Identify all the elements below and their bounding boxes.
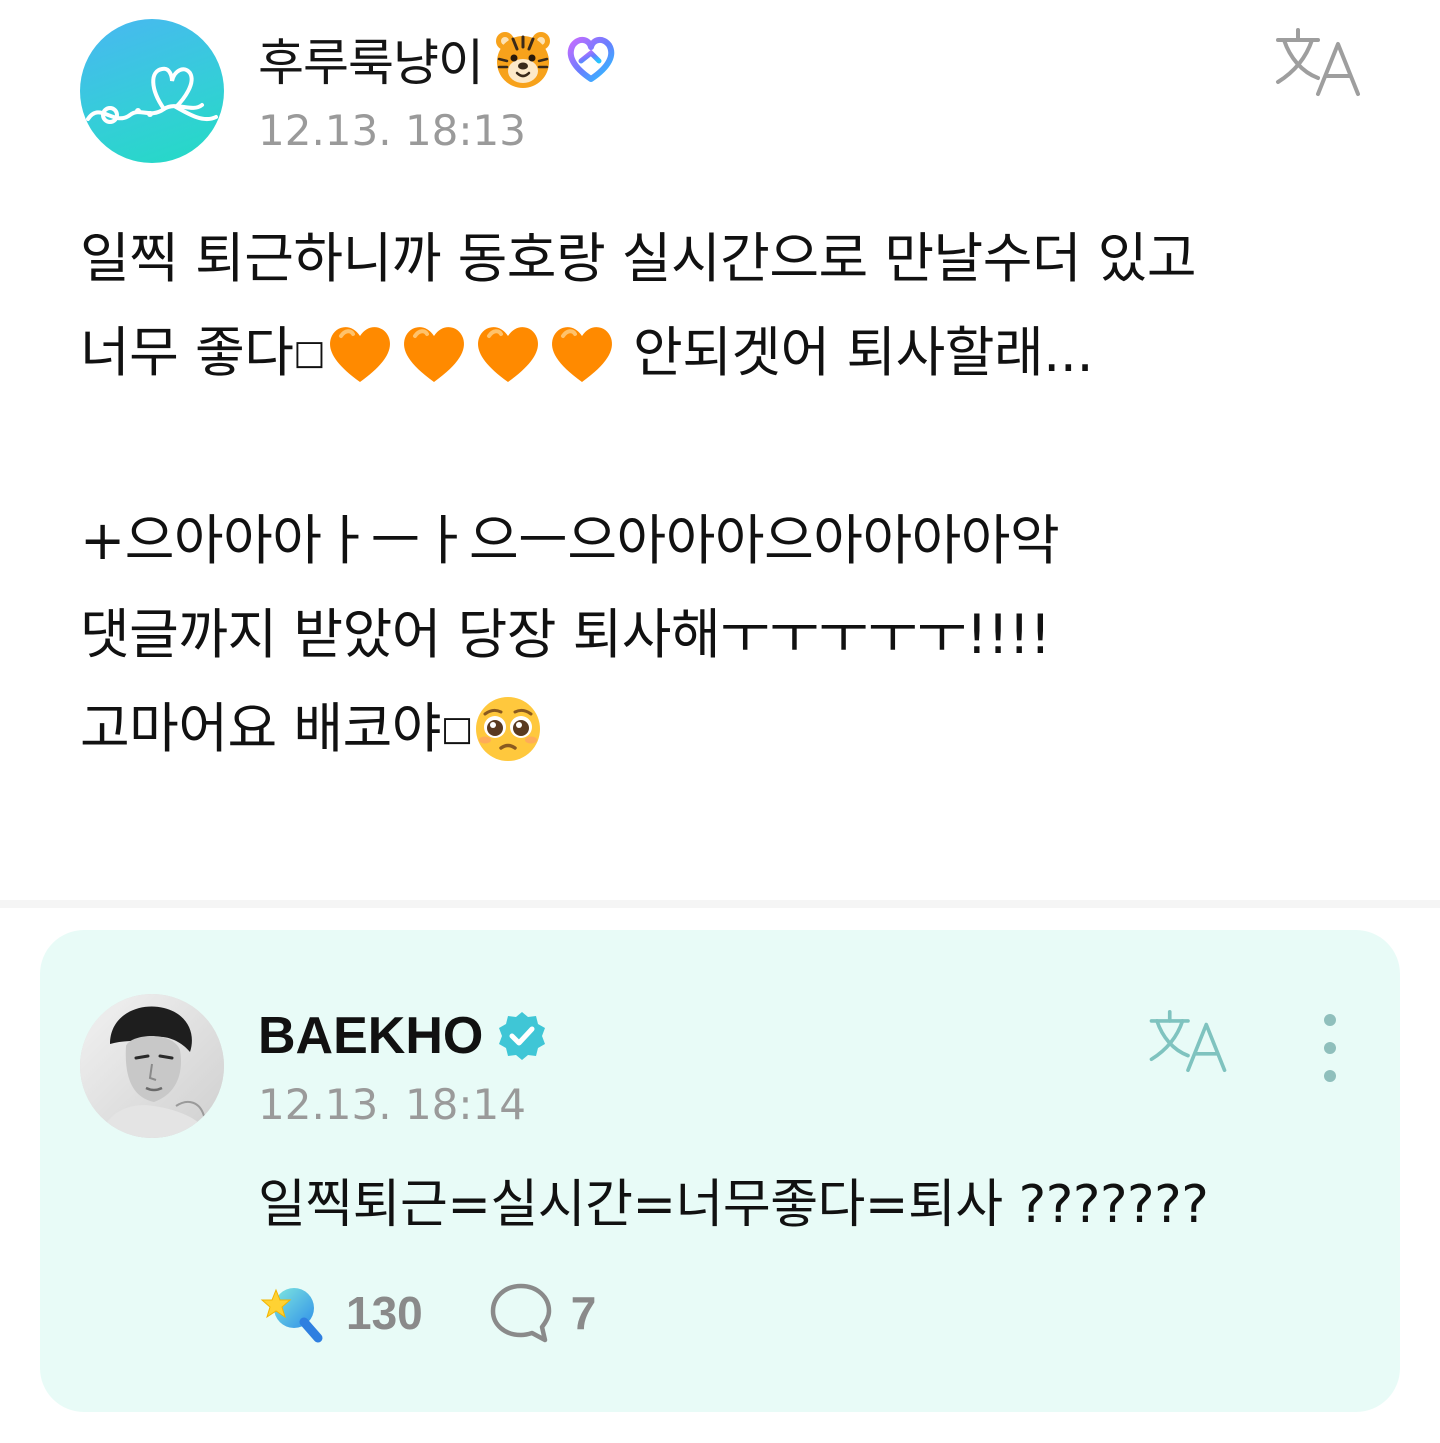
reply-timestamp: 12.13. 18:14: [258, 1080, 526, 1129]
section-divider: [0, 900, 1440, 908]
post-body-text: 고마어요 배코야: [80, 697, 441, 760]
profile-photo-icon: [80, 994, 224, 1138]
comment-button[interactable]: 7: [489, 1282, 597, 1344]
missing-glyph: □: [440, 709, 473, 749]
reply-author-name[interactable]: BAEKHO: [258, 1006, 483, 1066]
post-body-line: 댓글까지 받았어 당장 퇴사해ㅜㅜㅜㅜㅜ!!!!: [80, 603, 1051, 666]
post-author-row: 후루룩냥이: [258, 24, 619, 94]
post-author-name[interactable]: 후루룩냥이: [258, 23, 484, 95]
more-options-icon[interactable]: [1308, 1012, 1352, 1084]
reply-text: 일찍퇴근=실시간=너무좋다=퇴사 ???????: [258, 1175, 1209, 1235]
orange-heart-icon: [547, 318, 617, 388]
post-body-line: 고마어요 배코야 □: [80, 682, 1380, 776]
translate-icon[interactable]: [1272, 26, 1364, 98]
reply-author-avatar[interactable]: [80, 994, 224, 1138]
lightstick-like-icon: [260, 1288, 323, 1343]
reply-card[interactable]: BAEKHO 12.13. 18:14 일찍퇴근=실시간=너무좋다=퇴사 ???…: [40, 930, 1400, 1412]
post-body-line: 너무 좋다 □ 안되겟어 퇴사할래...: [80, 306, 1380, 400]
post-body: 일찍 퇴근하니까 동호랑 실시간으로 만날수더 있고 너무 좋다 □ 안되겟어 …: [80, 212, 1380, 776]
post-body-line: +으아아아ㅏㅡㅏ으ㅡ으아아아으아아아아악: [80, 509, 1060, 572]
orange-hearts: [325, 318, 617, 388]
orange-heart-icon: [325, 318, 395, 388]
comment-count: 7: [570, 1287, 597, 1339]
post-timestamp: 12.13. 18:13: [258, 106, 526, 155]
comment-bubble-icon: [490, 1283, 551, 1343]
verified-badge-icon: [495, 1009, 549, 1063]
tiger-face-icon: [491, 27, 555, 91]
reply-actions: 130 7: [258, 1280, 662, 1346]
like-button[interactable]: 130: [258, 1280, 423, 1346]
reply-author-row: BAEKHO: [258, 1002, 549, 1070]
avatar-heart-doodle-icon: [86, 66, 218, 124]
translate-icon[interactable]: [1146, 1008, 1230, 1074]
post-body-text: 안되겟어 퇴사할래...: [633, 321, 1094, 384]
post-body-line: 일찍 퇴근하니까 동호랑 실시간으로 만날수더 있고: [80, 227, 1197, 290]
post-author-avatar[interactable]: [80, 19, 224, 163]
orange-heart-icon: [473, 318, 543, 388]
post-body-text: 너무 좋다: [80, 321, 294, 384]
pleading-face-icon: [473, 694, 543, 764]
post-body-blank-line: [80, 400, 1380, 494]
missing-glyph: □: [293, 333, 326, 373]
membership-heart-badge-icon: [563, 31, 619, 87]
orange-heart-icon: [399, 318, 469, 388]
like-count: 130: [346, 1287, 423, 1339]
